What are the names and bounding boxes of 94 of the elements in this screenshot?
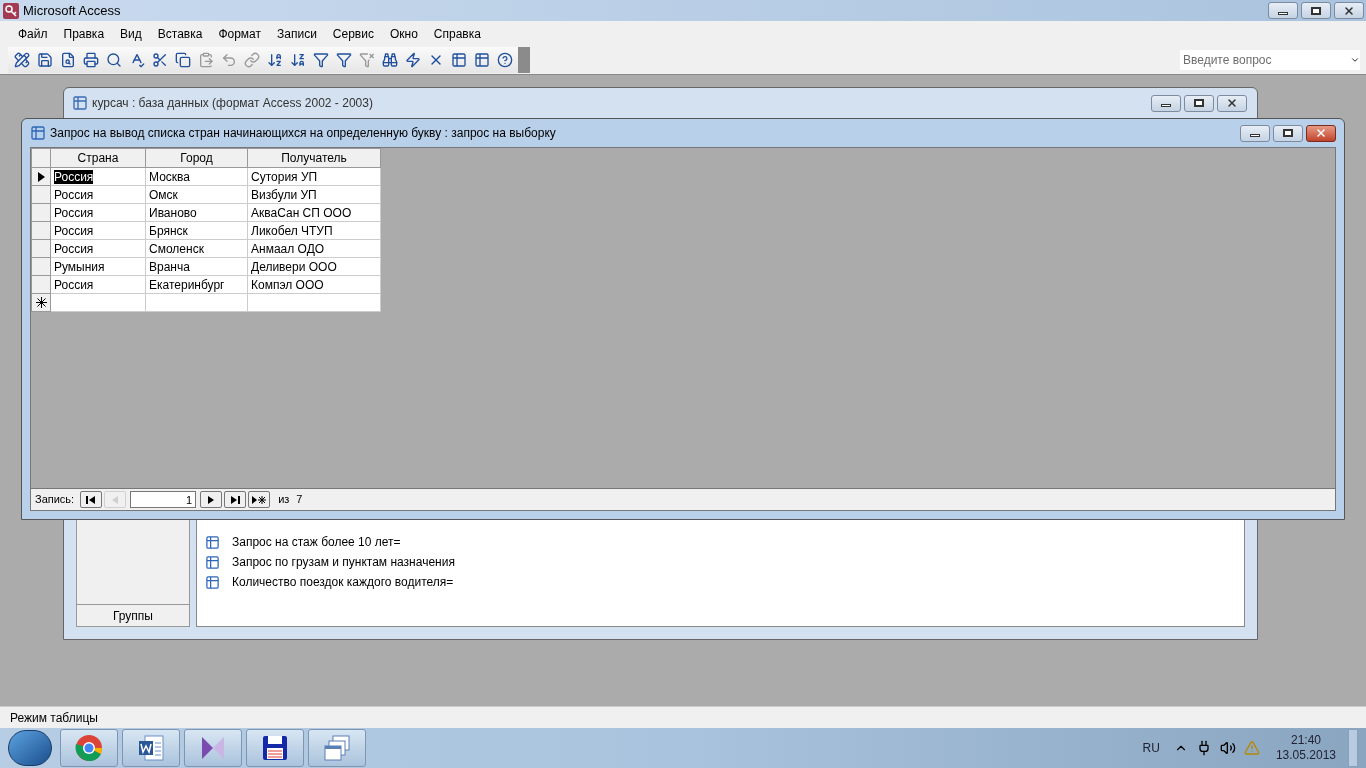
menu-item[interactable]: Справка xyxy=(425,23,489,44)
taskbar-app-button[interactable] xyxy=(122,729,180,767)
table-cell[interactable]: Россия xyxy=(50,221,146,240)
taskbar-app-button[interactable] xyxy=(184,729,242,767)
close-icon xyxy=(1343,4,1355,17)
windows-stack-icon xyxy=(323,734,351,762)
query-icon xyxy=(205,554,220,570)
query-list-item[interactable]: Запрос по грузам и пунктам назначения xyxy=(232,553,455,571)
table-cell[interactable]: Румыния xyxy=(50,257,146,276)
table-cell[interactable]: Вранча xyxy=(145,257,248,276)
filter-form-icon[interactable] xyxy=(334,50,353,70)
minimize-button[interactable] xyxy=(1151,94,1181,112)
key-icon xyxy=(3,2,19,19)
maximize-button[interactable] xyxy=(1273,124,1303,142)
table-cell[interactable]: Анмаал ОДО xyxy=(247,239,381,258)
table-cell[interactable]: АкваСан СП ООО xyxy=(247,203,381,222)
record-number-field[interactable]: 1 xyxy=(130,491,197,508)
save-icon[interactable] xyxy=(35,50,54,70)
window-title: Запрос на вывод списка стран начинающихся на определенную букву : запрос на выборку xyxy=(50,125,556,142)
table-cell[interactable]: Визбули УП xyxy=(247,185,381,204)
close-button[interactable] xyxy=(1334,2,1364,19)
record-nav-button[interactable] xyxy=(248,491,271,508)
minimize-button[interactable] xyxy=(1240,124,1270,142)
menu-item[interactable]: Файл xyxy=(10,23,56,44)
database-icon xyxy=(72,95,88,111)
window-title: курсач : база данных (формат Access 2002 - 2003) xyxy=(92,95,373,112)
menu-item[interactable]: Вид xyxy=(112,23,150,44)
table-cell[interactable]: Екатеринбург xyxy=(145,275,248,294)
query-list-item[interactable]: Количество поездок каждого водителя= xyxy=(232,573,454,591)
table-cell[interactable]: Брянск xyxy=(145,221,248,240)
minimize-button[interactable] xyxy=(1268,2,1298,19)
close-button[interactable] xyxy=(1217,94,1247,112)
first-record-icon xyxy=(85,494,98,505)
query-list-item[interactable]: Запрос на стаж более 10 лет= xyxy=(232,533,401,551)
printer-icon[interactable] xyxy=(81,50,100,70)
bowtie-icon xyxy=(199,734,227,762)
database-window-icon[interactable] xyxy=(449,50,468,70)
table-cell[interactable]: Омск xyxy=(145,185,248,204)
query-icon xyxy=(205,574,220,590)
help-icon[interactable] xyxy=(495,50,514,70)
menu-item[interactable]: Формат xyxy=(210,23,270,44)
maximize-button[interactable] xyxy=(1184,94,1214,112)
clock-time[interactable]: 21:40 xyxy=(1290,733,1321,748)
copy-icon[interactable] xyxy=(173,50,192,70)
record-nav-button[interactable] xyxy=(200,491,223,508)
table-cell[interactable]: Ликобел ЧТУП xyxy=(247,221,381,240)
menu-item[interactable]: Правка xyxy=(55,23,113,44)
current-row-icon xyxy=(36,171,46,182)
column-header[interactable]: Получатель xyxy=(247,148,381,168)
language-indicator[interactable]: RU xyxy=(1142,739,1160,757)
document-icon xyxy=(137,734,165,762)
record-nav-button[interactable] xyxy=(224,491,247,508)
window-title: Microsoft Access xyxy=(23,1,121,20)
speaker-icon[interactable] xyxy=(1219,740,1236,756)
record-nav-button[interactable] xyxy=(80,491,103,508)
query-icon xyxy=(30,125,46,141)
table-cell[interactable]: Москва xyxy=(145,167,248,186)
record-label: Запись: xyxy=(35,492,75,508)
browser-icon xyxy=(75,734,103,762)
new-object-icon[interactable] xyxy=(472,50,491,70)
clock-date[interactable]: 13.05.2013 xyxy=(1275,748,1336,763)
table-cell[interactable]: Деливери ООО xyxy=(247,257,381,276)
maximize-button[interactable] xyxy=(1301,2,1331,19)
column-header[interactable]: Страна xyxy=(50,148,146,168)
table-cell[interactable]: Компэл ООО xyxy=(247,275,381,294)
table-cell[interactable]: Россия xyxy=(50,185,146,204)
menu-item[interactable]: Вставка xyxy=(149,23,211,44)
table-cell[interactable]: Смоленск xyxy=(145,239,248,258)
close-icon xyxy=(1226,97,1238,109)
table-cell[interactable]: Россия xyxy=(50,239,146,258)
taskbar-app-button[interactable] xyxy=(246,729,304,767)
find-icon[interactable] xyxy=(380,50,399,70)
design-view-icon[interactable] xyxy=(12,50,31,70)
last-record-icon xyxy=(229,494,242,505)
of-label: из xyxy=(278,492,290,508)
groups-button[interactable]: Группы xyxy=(77,604,189,626)
table-cell[interactable]: Россия xyxy=(50,203,146,222)
menu-item[interactable]: Окно xyxy=(381,23,426,44)
status-bar: Режим таблицы xyxy=(0,706,1366,728)
column-header[interactable]: Город xyxy=(145,148,248,168)
close-icon xyxy=(1315,127,1327,139)
table-cell[interactable]: Россия xyxy=(50,275,146,294)
start-button[interactable] xyxy=(8,730,52,766)
table-cell[interactable]: Иваново xyxy=(145,203,248,222)
cut-icon[interactable] xyxy=(150,50,169,70)
new-row-icon xyxy=(35,297,47,308)
close-button[interactable] xyxy=(1306,124,1336,142)
table-cell[interactable]: Сутория УП xyxy=(247,167,381,186)
menu-item[interactable]: Сервис xyxy=(324,23,382,44)
table-cell[interactable]: Россия xyxy=(50,167,146,186)
menu-item[interactable]: Записи xyxy=(269,23,325,44)
filter-selection-icon[interactable] xyxy=(311,50,330,70)
query-icon xyxy=(205,534,220,550)
record-count: 7 xyxy=(296,492,303,508)
